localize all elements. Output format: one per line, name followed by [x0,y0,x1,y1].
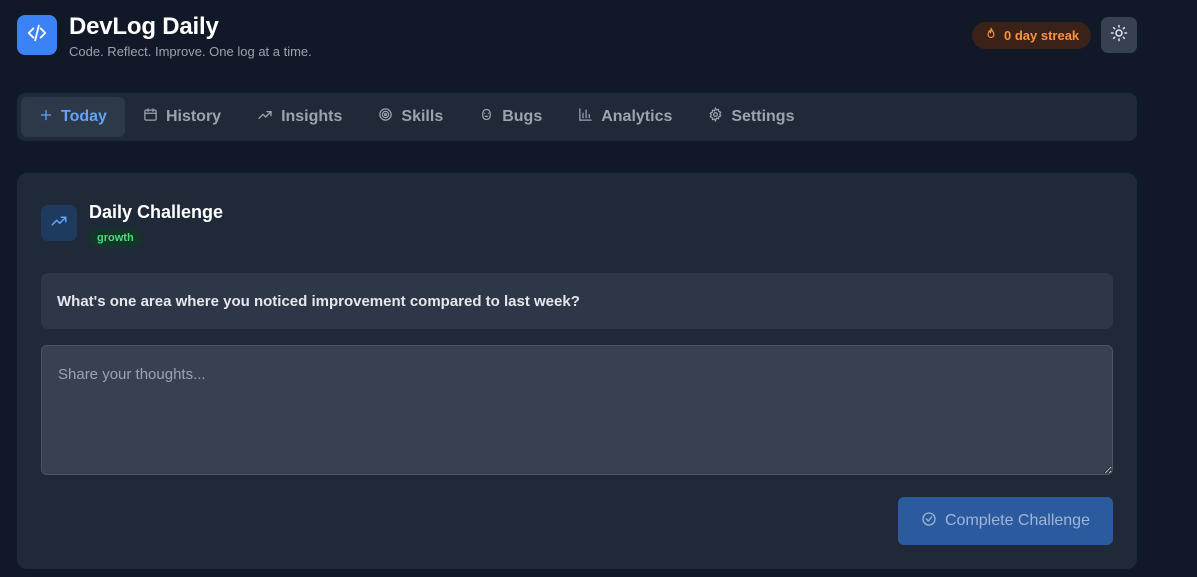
tab-analytics-label: Analytics [601,108,673,125]
tab-settings-label: Settings [731,108,795,125]
streak-badge: 0 day streak [972,22,1092,49]
tab-history-label: History [165,108,222,125]
tab-skills[interactable]: Skills [360,97,461,137]
tab-skills-label: Skills [401,108,444,125]
tab-today[interactable]: Today [21,97,125,137]
complete-challenge-button[interactable]: Complete Challenge [898,497,1113,545]
daily-challenge-card: Daily Challenge growth What's one area w… [17,173,1137,569]
tab-history[interactable]: History [125,97,239,137]
code-icon [26,22,48,49]
complete-challenge-label: Complete Challenge [945,512,1090,529]
tab-insights[interactable]: Insights [239,97,360,137]
app-header: DevLog Daily Code. Reflect. Improve. One… [17,12,1137,62]
app-logo [17,15,57,55]
tab-bugs-label: Bugs [502,108,543,125]
target-icon [378,107,393,127]
tab-today-label: Today [61,108,107,125]
challenge-tag: growth [89,228,142,248]
tab-insights-label: Insights [281,108,343,125]
bar-chart-icon [578,107,593,127]
tab-analytics[interactable]: Analytics [560,97,690,137]
challenge-icon-box [41,205,77,241]
calendar-icon [143,107,158,127]
trending-up-icon [50,212,68,235]
main-nav: Today History Insights Skills Bugs Analy… [17,93,1137,141]
streak-label: 0 day streak [1004,28,1080,43]
plus-icon [39,108,53,127]
challenge-question: What's one area where you noticed improv… [41,273,1113,329]
tab-bugs[interactable]: Bugs [461,97,560,137]
tab-settings[interactable]: Settings [690,97,812,137]
check-circle-icon [921,511,937,532]
flame-icon [984,27,998,44]
theme-toggle-button[interactable] [1101,17,1137,53]
sun-icon [1110,24,1128,47]
trending-up-icon [257,107,273,128]
gear-icon [708,106,723,127]
app-root: DevLog Daily Code. Reflect. Improve. One… [0,0,1197,577]
bug-icon [479,107,494,127]
app-subtitle: Code. Reflect. Improve. One log at a tim… [69,44,312,59]
app-title: DevLog Daily [69,13,219,40]
challenge-answer-input[interactable] [41,345,1113,475]
challenge-title: Daily Challenge [89,202,224,222]
